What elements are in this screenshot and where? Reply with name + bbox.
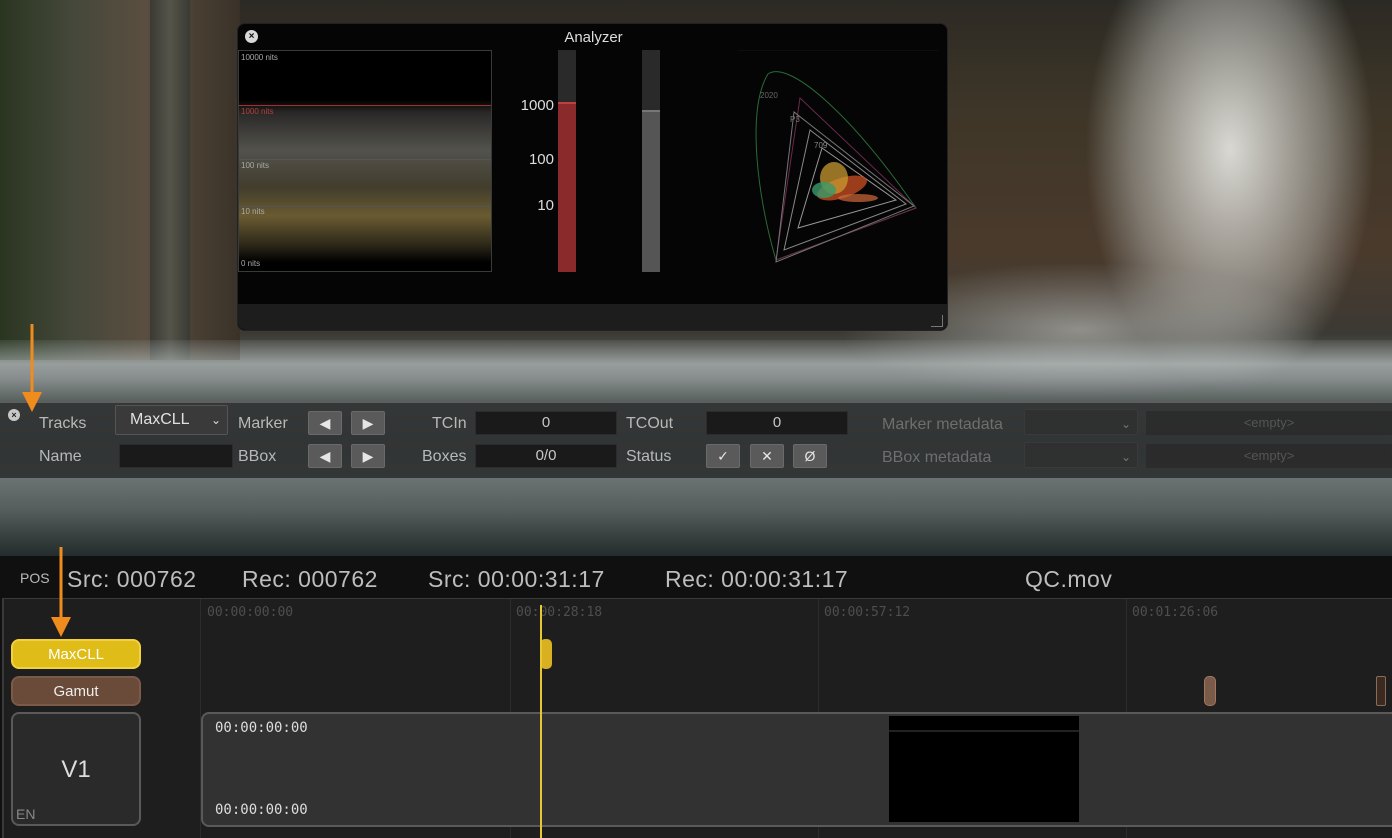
file-name: QC.mov <box>1025 566 1113 592</box>
meter-tick-100: 100 <box>528 151 554 168</box>
tracks-toolbar: × Tracks MaxCLL ⌄ Marker ◀ ▶ TCIn 0 TCOu… <box>0 403 1392 478</box>
video-clip[interactable]: 00:00:00:00 00:00:00:00 <box>201 712 1392 827</box>
clip-start-timecode: 00:00:00:00 <box>215 720 308 736</box>
status-reject-button[interactable]: ✕ <box>750 444 784 468</box>
gamut-label-709: 709 <box>814 141 828 150</box>
bbox-label: BBox <box>238 448 277 465</box>
tracks-select[interactable]: MaxCLL ⌄ <box>115 405 228 435</box>
resize-grip-icon[interactable] <box>931 315 943 327</box>
ruler-label: 00:01:26:06 <box>1132 605 1219 620</box>
track-maxcll-button[interactable]: MaxCLL <box>11 639 141 669</box>
chevron-down-icon: ⌄ <box>1120 417 1131 431</box>
waveform-line-100 <box>239 159 491 160</box>
meter-tick-10: 10 <box>537 197 554 214</box>
analyzer-panel[interactable]: × Analyzer 10000 nits 1000 nits 100 nits… <box>237 23 948 331</box>
ruler-label: 00:00:00:00 <box>207 605 294 620</box>
boxes-label: Boxes <box>422 448 467 465</box>
name-field[interactable] <box>119 444 233 468</box>
bbox-metadata-select[interactable]: ⌄ <box>1024 442 1138 468</box>
video-track-header[interactable]: V1 EN <box>11 712 141 826</box>
background-water <box>0 340 1392 400</box>
boxes-field[interactable]: 0/0 <box>475 444 617 468</box>
background-pillar <box>150 0 190 360</box>
cie-gamut-diagram: 2020 P3 709 <box>738 50 938 263</box>
waveform-label-1000: 1000 nits <box>241 107 274 116</box>
bbox-next-button[interactable]: ▶ <box>351 444 385 468</box>
gamut-marker[interactable] <box>1376 676 1386 706</box>
rec-frame: Rec: 000762 <box>242 566 378 592</box>
gamut-label-p3: P3 <box>790 115 800 124</box>
maxcll-meter-fill <box>558 102 576 272</box>
arrow-down-icon <box>22 324 42 412</box>
background-water-lower <box>0 478 1392 556</box>
playhead[interactable] <box>540 605 542 838</box>
video-track-language: EN <box>16 806 36 822</box>
waveform-line-1000 <box>239 105 491 106</box>
bbox-prev-button[interactable]: ◀ <box>308 444 342 468</box>
meter-tick-1000: 1000 <box>520 97 554 114</box>
marker-metadata-select[interactable]: ⌄ <box>1024 409 1138 435</box>
marker-metadata-label: Marker metadata <box>882 416 1003 433</box>
name-label: Name <box>39 448 82 465</box>
gamut-label-2020: 2020 <box>760 91 778 100</box>
analyzer-title: Analyzer <box>564 29 623 46</box>
clip-end-timecode: 00:00:00:00 <box>215 802 308 818</box>
analyzer-footer <box>238 304 947 330</box>
status-clear-button[interactable]: Ø <box>793 444 827 468</box>
waveform-label-10000: 10000 nits <box>241 53 278 62</box>
gamut-marker[interactable] <box>1204 676 1216 706</box>
chevron-down-icon: ⌄ <box>210 413 221 427</box>
arrow-down-icon <box>51 547 71 637</box>
timeline[interactable]: 00:00:00:00 00:00:28:18 00:00:57:12 00:0… <box>2 598 1392 838</box>
ruler-label: 00:00:57:12 <box>824 605 911 620</box>
tcin-field[interactable]: 0 <box>475 411 617 435</box>
src-timecode: Src: 00:00:31:17 <box>428 566 605 592</box>
pos-label[interactable]: POS <box>20 570 50 586</box>
src-frame: Src: 000762 <box>67 566 197 592</box>
marker-metadata-field[interactable]: <empty> <box>1146 411 1392 435</box>
chevron-down-icon: ⌄ <box>1120 450 1131 464</box>
fall-meter <box>642 50 660 272</box>
waveform-label-10: 10 nits <box>241 207 265 216</box>
maxcll-meter <box>558 50 576 272</box>
status-approve-button[interactable]: ✓ <box>706 444 740 468</box>
clip-black-divider <box>889 730 1079 732</box>
marker-label: Marker <box>238 415 288 432</box>
background-wall <box>0 0 240 360</box>
video-track-name: V1 <box>61 756 91 783</box>
marker-next-button[interactable]: ▶ <box>351 411 385 435</box>
tcin-label: TCIn <box>432 415 467 432</box>
fall-meter-fill <box>642 110 660 272</box>
status-bar: POS Src: 000762 Rec: 000762 Src: 00:00:3… <box>0 556 1392 598</box>
tracks-label: Tracks <box>39 415 87 432</box>
rec-timecode: Rec: 00:00:31:17 <box>665 566 849 592</box>
track-gamut-button[interactable]: Gamut <box>11 676 141 706</box>
bbox-metadata-field[interactable]: <empty> <box>1146 444 1392 468</box>
tracks-select-value: MaxCLL <box>130 411 190 428</box>
tcout-field[interactable]: 0 <box>706 411 848 435</box>
marker-prev-button[interactable]: ◀ <box>308 411 342 435</box>
clip-black-segment <box>889 716 1079 822</box>
toolbar-close-icon[interactable]: × <box>8 409 20 421</box>
waveform-label-100: 100 nits <box>241 161 270 170</box>
waveform-label-0: 0 nits <box>241 259 261 268</box>
waveform-line-10 <box>239 206 491 207</box>
tcout-label: TCOut <box>626 415 674 432</box>
waveform-scope: 10000 nits 1000 nits 100 nits 10 nits 0 … <box>238 50 492 272</box>
bbox-metadata-label: BBox metadata <box>882 449 992 466</box>
ruler-label: 00:00:28:18 <box>516 605 603 620</box>
status-label: Status <box>626 448 672 465</box>
